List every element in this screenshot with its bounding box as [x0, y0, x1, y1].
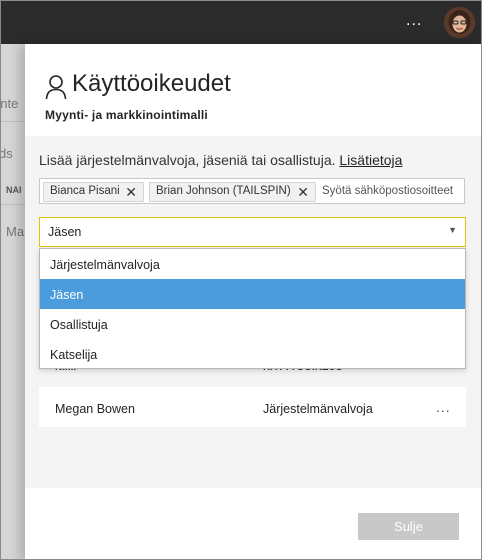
role-select-value: Jäsen: [48, 225, 82, 239]
user-avatar-icon: [444, 7, 475, 38]
role-select[interactable]: Jäsen ▼: [39, 217, 466, 247]
person-icon: [45, 75, 67, 100]
avatar[interactable]: [444, 7, 475, 38]
remove-chip-icon[interactable]: ✕: [297, 184, 309, 201]
chip-label: Brian Johnson (TAILSPIN): [156, 185, 291, 197]
page-title: Käyttöoikeudet: [72, 70, 231, 97]
intro-text: Lisää järjestelmänvalvoja, jäseniä tai o…: [39, 152, 402, 168]
people-picker[interactable]: Bianca Pisani ✕ Brian Johnson (TAILSPIN)…: [39, 178, 465, 204]
dataset-name: Myynti- ja markkinointimalli: [45, 108, 208, 122]
panel-footer: Sulje: [25, 488, 481, 559]
role-option-contributor[interactable]: Osallistuja: [40, 309, 465, 339]
background-page: onte ds NAI Ma: [0, 44, 25, 559]
email-input[interactable]: Syötä sähköpostiosoitteet: [322, 185, 453, 197]
background-text: ds: [0, 146, 13, 161]
permissions-panel: Käyttöoikeudet Myynti- ja markkinointima…: [25, 44, 481, 559]
user-name: Megan Bowen: [55, 402, 135, 416]
background-text: NAI: [6, 185, 22, 195]
panel-header: Käyttöoikeudet Myynti- ja markkinointima…: [25, 44, 481, 136]
role-option-member[interactable]: Jäsen: [40, 279, 465, 309]
more-options-button[interactable]: ...: [406, 12, 422, 30]
row-more-button[interactable]: ...: [436, 399, 451, 415]
divider: [1, 121, 25, 122]
chevron-down-icon: ▼: [448, 225, 457, 235]
background-text: Ma: [6, 224, 25, 239]
intro-label: Lisää järjestelmänvalvoja, jäseniä tai o…: [39, 152, 336, 168]
close-button[interactable]: Sulje: [358, 513, 459, 540]
role-dropdown-list: Järjestelmänvalvoja Jäsen Osallistuja Ka…: [39, 248, 466, 369]
background-text: onte: [0, 96, 19, 111]
top-bar: ...: [1, 1, 481, 44]
person-chip: Brian Johnson (TAILSPIN) ✕: [149, 182, 316, 202]
divider: [1, 204, 25, 205]
remove-chip-icon[interactable]: ✕: [125, 184, 137, 201]
role-option-admin[interactable]: Järjestelmänvalvoja: [40, 249, 465, 279]
person-chip: Bianca Pisani ✕: [43, 182, 144, 202]
role-option-viewer[interactable]: Katselija: [40, 339, 465, 369]
learn-more-link[interactable]: Lisätietoja: [339, 152, 402, 168]
user-permission: Järjestelmänvalvoja: [263, 402, 373, 416]
table-row: Megan Bowen Järjestelmänvalvoja ...: [39, 387, 466, 427]
chip-label: Bianca Pisani: [50, 185, 120, 197]
app-window: ... onte ds NAI Ma Käyttöoikeudet: [0, 0, 482, 560]
